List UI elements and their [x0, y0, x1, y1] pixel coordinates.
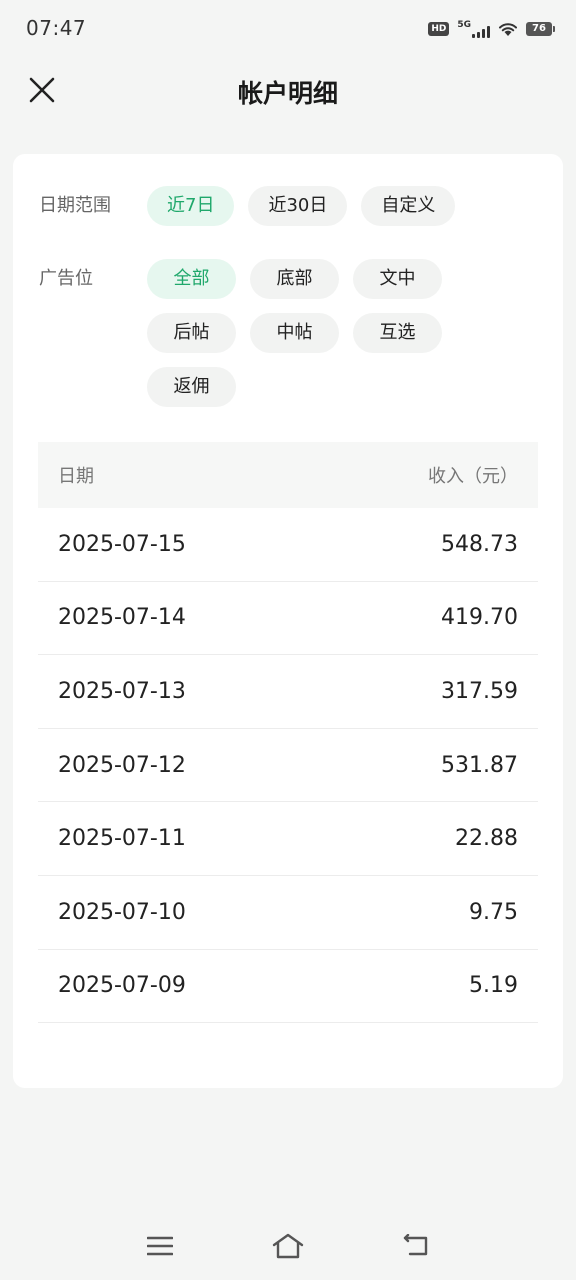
date-range-option-2[interactable]: 自定义	[361, 186, 456, 226]
row-date: 2025-07-14	[58, 605, 186, 631]
date-range-filter: 日期范围 近7日 近30日 自定义	[39, 186, 467, 226]
row-income: 419.70	[441, 605, 518, 631]
table-header: 日期 收入（元）	[38, 442, 538, 508]
row-income: 531.87	[441, 752, 518, 778]
home-button[interactable]	[268, 1226, 308, 1266]
ad-slot-options: 全部 底部 文中后帖 中帖 互选返佣	[147, 259, 467, 407]
status-icons: HD 5G 76	[428, 18, 555, 40]
date-range-label: 日期范围	[39, 195, 111, 216]
ad-slot-option-0[interactable]: 全部	[147, 259, 236, 299]
battery-icon: 76	[526, 22, 555, 36]
table-row: 2025-07-15 548.73	[38, 508, 538, 582]
table-row: 2025-07-14 419.70	[38, 582, 538, 656]
row-income: 5.19	[469, 973, 518, 999]
row-income: 317.59	[441, 678, 518, 704]
page-title: 帐户明细	[237, 79, 338, 108]
table-row: 2025-07-13 317.59	[38, 655, 538, 729]
table-row: 2025-07-09 5.19	[38, 950, 538, 1024]
row-income: 548.73	[441, 531, 518, 557]
row-income: 9.75	[469, 899, 518, 925]
ad-slot-label: 广告位	[39, 268, 93, 289]
date-range-option-1[interactable]: 近30日	[248, 186, 348, 226]
table-row: 2025-07-10 9.75	[38, 876, 538, 950]
ad-slot-option-1[interactable]: 底部	[250, 259, 339, 299]
ad-slot-option-2[interactable]: 文中	[353, 259, 442, 299]
table-row: 2025-07-11 22.88	[38, 802, 538, 876]
detail-card: 日期范围 近7日 近30日 自定义 广告位 全部 底部 文中后帖 中帖 互选返佣 日期 收入…	[13, 154, 563, 1088]
column-header-date: 日期	[58, 466, 94, 487]
back-icon	[403, 1234, 428, 1256]
row-date: 2025-07-15	[58, 531, 186, 557]
signal-icon: 5G	[457, 20, 490, 38]
header: 帐户明细	[0, 56, 576, 126]
home-icon	[272, 1233, 304, 1259]
column-header-income: 收入（元）	[428, 466, 518, 487]
status-bar: 07:47 HD 5G 76	[0, 0, 576, 56]
row-date: 2025-07-11	[58, 826, 186, 852]
row-income: 22.88	[455, 826, 518, 852]
network-type-label: 5G	[457, 20, 471, 30]
row-date: 2025-07-09	[58, 973, 186, 999]
ad-slot-option-3[interactable]: 后帖	[147, 313, 236, 353]
row-date: 2025-07-12	[58, 752, 186, 778]
table-row: 2025-07-12 531.87	[38, 729, 538, 803]
income-table: 日期 收入（元） 2025-07-15 548.73 2025-07-14 419.7…	[38, 442, 538, 1024]
ad-slot-option-5[interactable]: 互选	[353, 313, 442, 353]
status-time: 07:47	[26, 16, 87, 40]
hd-icon: HD	[428, 22, 450, 36]
menu-icon	[147, 1236, 173, 1256]
page: 07:47 HD 5G 76 帐户明细 日期范围 近7日 近30日 自定义 广告…	[0, 0, 576, 1280]
wifi-icon	[499, 23, 517, 36]
ad-slot-option-6[interactable]: 返佣	[147, 367, 236, 407]
menu-button[interactable]	[140, 1226, 180, 1266]
table-body: 2025-07-15 548.73 2025-07-14 419.70 2025-07-…	[38, 508, 538, 1024]
signal-bars	[472, 26, 490, 38]
date-range-option-0[interactable]: 近7日	[147, 186, 235, 226]
ad-slot-option-4[interactable]: 中帖	[250, 313, 339, 353]
back-button[interactable]	[396, 1226, 436, 1266]
row-date: 2025-07-10	[58, 899, 186, 925]
row-date: 2025-07-13	[58, 678, 186, 704]
ad-slot-filter: 广告位 全部 底部 文中后帖 中帖 互选返佣	[39, 259, 467, 407]
date-range-options: 近7日 近30日 自定义	[147, 186, 467, 226]
system-nav-bar	[0, 1220, 576, 1272]
